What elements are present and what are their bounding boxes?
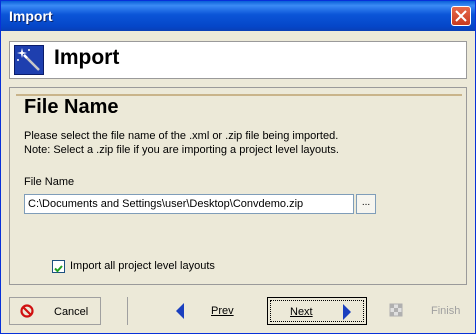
browse-button[interactable]: ...: [356, 194, 376, 214]
right-arrow-icon: [343, 304, 351, 320]
checkmark-icon: [54, 265, 63, 273]
import-dialog: Import Import File Name Please select th…: [0, 0, 476, 334]
next-label: Next: [290, 306, 313, 318]
description-line-2: Note: Select a .zip file if you are impo…: [24, 144, 339, 156]
prev-label: Prev: [211, 305, 234, 317]
cancel-button[interactable]: Cancel: [9, 297, 101, 325]
prev-button[interactable]: Prev: [159, 297, 259, 325]
import-all-checkbox[interactable]: [52, 260, 65, 273]
magic-wand-icon: [14, 45, 44, 75]
description-line-1: Please select the file name of the .xml …: [24, 130, 339, 142]
content-panel: File Name Please select the file name of…: [9, 87, 467, 285]
header-title: Import: [54, 46, 120, 69]
cancel-label: Cancel: [54, 306, 89, 318]
cancel-icon: [20, 304, 34, 318]
finish-label: Finish: [431, 305, 461, 317]
finish-button[interactable]: Finish: [379, 297, 467, 325]
title-bar[interactable]: Import: [1, 1, 475, 31]
file-name-input[interactable]: [24, 194, 354, 214]
header-panel: Import: [9, 41, 467, 79]
close-button[interactable]: [451, 6, 471, 26]
next-button[interactable]: Next: [267, 297, 367, 325]
section-title: File Name: [24, 96, 119, 118]
window-title: Import: [9, 8, 53, 24]
button-bar: Cancel Prev Next Finish: [9, 293, 467, 329]
import-all-label: Import all project level layouts: [70, 260, 215, 272]
checkered-flag-icon: [389, 303, 403, 317]
file-name-label: File Name: [24, 176, 75, 188]
left-arrow-icon: [176, 303, 184, 319]
separator: [127, 297, 128, 325]
close-icon: [455, 10, 467, 22]
